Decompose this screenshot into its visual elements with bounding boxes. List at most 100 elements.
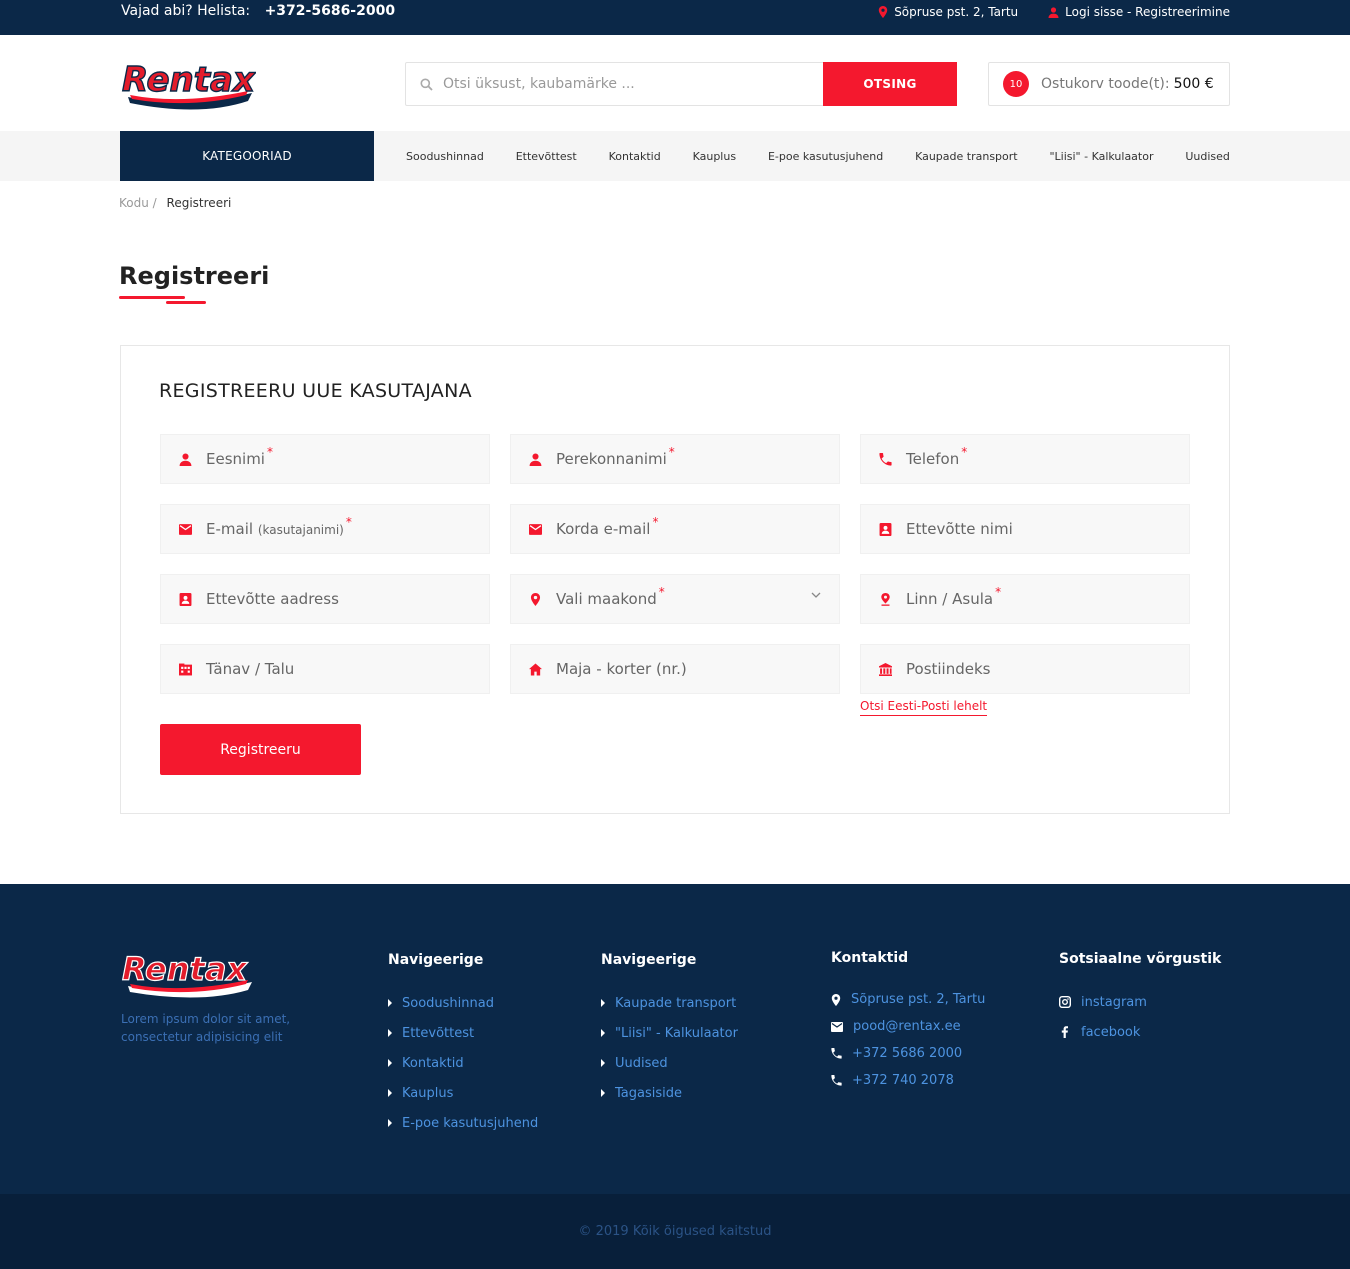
cart-count-badge: 10 bbox=[1003, 71, 1029, 97]
footer-link-kontaktid[interactable]: Kontaktid bbox=[388, 1048, 538, 1078]
postal-code-label: Postiindeks bbox=[906, 660, 991, 678]
contact-card-icon bbox=[179, 592, 192, 606]
footer-link-ettevottest[interactable]: Ettevõttest bbox=[388, 1018, 538, 1048]
page-title: Registreeri bbox=[119, 262, 270, 290]
breadcrumb: Kodu / Registreeri bbox=[119, 196, 231, 210]
copyright: © 2019 Kõik õigused kaitstud bbox=[0, 1194, 1350, 1269]
help-text: Vajad abi? Helista: bbox=[121, 3, 251, 19]
footer-description: Lorem ipsum dolor sit amet, consectetur … bbox=[121, 1012, 291, 1044]
repeat-email-field[interactable]: Korda e-mail * bbox=[510, 504, 840, 554]
footer-rentax-logo[interactable]: Rentax bbox=[120, 950, 256, 1000]
breadcrumb-home[interactable]: Kodu bbox=[119, 196, 149, 210]
breadcrumb-current: Registreeri bbox=[166, 196, 232, 210]
home-icon bbox=[529, 663, 542, 675]
nav-item-kalkulaator[interactable]: "Liisi" - Kalkulaator bbox=[1049, 150, 1153, 163]
caret-right-icon bbox=[601, 999, 605, 1007]
envelope-icon bbox=[529, 523, 542, 535]
footer-phone-2[interactable]: +372 740 2078 bbox=[831, 1067, 985, 1094]
caret-right-icon bbox=[601, 1059, 605, 1067]
required-mark: * bbox=[345, 515, 352, 529]
first-name-field[interactable]: Eesnimi * bbox=[160, 434, 490, 484]
nav-item-uudised[interactable]: Uudised bbox=[1185, 150, 1230, 163]
footer-link-uudised[interactable]: Uudised bbox=[601, 1048, 738, 1078]
nav-item-kauplus[interactable]: Kauplus bbox=[693, 150, 736, 163]
required-mark: * bbox=[995, 585, 1002, 599]
user-icon bbox=[1048, 6, 1059, 18]
location-marker-icon bbox=[881, 592, 890, 606]
footer-contacts: Kontaktid Sõpruse pst. 2, Tartu pood@ren… bbox=[831, 950, 985, 1094]
estonian-post-link[interactable]: Otsi Eesti-Posti lehelt bbox=[860, 699, 988, 716]
city-field[interactable]: Linn / Asula * bbox=[860, 574, 1190, 624]
footer-nav-1: Navigeerige Soodushinnad Ettevõttest Kon… bbox=[388, 952, 538, 1138]
cart-widget[interactable]: 10 Ostukorv toode(t): 500 € bbox=[988, 62, 1230, 106]
header: Rentax OTSING 10 Ostukorv toode(t): 500 … bbox=[0, 35, 1350, 131]
company-address-field[interactable]: Ettevõtte aadress bbox=[160, 574, 490, 624]
user-icon bbox=[529, 452, 542, 466]
footer-instagram-link[interactable]: instagram bbox=[1059, 987, 1221, 1017]
search-button[interactable]: OTSING bbox=[823, 62, 957, 106]
phone-field[interactable]: Telefon * bbox=[860, 434, 1190, 484]
company-address-label: Ettevõtte aadress bbox=[206, 590, 339, 608]
search-input[interactable] bbox=[443, 76, 823, 92]
phone-label: Telefon bbox=[906, 450, 960, 468]
title-underline bbox=[119, 296, 185, 299]
company-name-field[interactable]: Ettevõtte nimi bbox=[860, 504, 1190, 554]
footer: Rentax Lorem ipsum dolor sit amet, conse… bbox=[0, 884, 1350, 1194]
required-mark: * bbox=[652, 515, 659, 529]
store-address[interactable]: Sõpruse pst. 2, Tartu bbox=[878, 5, 1018, 19]
search-box: OTSING bbox=[405, 62, 957, 106]
street-field[interactable]: Tänav / Talu bbox=[160, 644, 490, 694]
email-label: E-mail bbox=[206, 520, 254, 538]
nav-item-epoe-juhend[interactable]: E-poe kasutusjuhend bbox=[768, 150, 883, 163]
caret-right-icon bbox=[388, 1059, 392, 1067]
nav-item-soodushinnad[interactable]: Soodushinnad bbox=[406, 150, 484, 163]
chevron-down-icon bbox=[811, 592, 821, 598]
title-underline-accent bbox=[166, 301, 206, 304]
caret-right-icon bbox=[388, 1029, 392, 1037]
footer-link-soodushinnad[interactable]: Soodushinnad bbox=[388, 988, 538, 1018]
footer-link-epoe-juhend[interactable]: E-poe kasutusjuhend bbox=[388, 1108, 538, 1138]
last-name-field[interactable]: Perekonnanimi * bbox=[510, 434, 840, 484]
envelope-icon bbox=[831, 1021, 843, 1032]
footer-link-kalkulaator[interactable]: "Liisi" - Kalkulaator bbox=[601, 1018, 738, 1048]
phone-icon bbox=[831, 1075, 842, 1086]
nav-item-kontaktid[interactable]: Kontaktid bbox=[609, 150, 661, 163]
footer-link-tagasiside[interactable]: Tagasiside bbox=[601, 1078, 738, 1108]
form-grid: Eesnimi * Perekonnanimi * Telefon * E-mail … bbox=[160, 434, 1190, 694]
footer-phone-1[interactable]: +372 5686 2000 bbox=[831, 1040, 985, 1067]
bank-icon bbox=[879, 662, 892, 676]
required-mark: * bbox=[658, 585, 665, 599]
footer-link-kauplus[interactable]: Kauplus bbox=[388, 1078, 538, 1108]
caret-right-icon bbox=[601, 1089, 605, 1097]
register-button[interactable]: Registreeru bbox=[160, 724, 361, 775]
building-icon bbox=[179, 663, 192, 675]
county-select[interactable]: Vali maakond * bbox=[510, 574, 840, 624]
main-nav: KATEGOORIAD Soodushinnad Ettevõttest Kon… bbox=[0, 131, 1350, 181]
house-apartment-field[interactable]: Maja - korter (nr.) bbox=[510, 644, 840, 694]
store-address-text: Sõpruse pst. 2, Tartu bbox=[894, 5, 1019, 19]
footer-address[interactable]: Sõpruse pst. 2, Tartu bbox=[831, 986, 985, 1013]
footer-nav-2-title: Navigeerige bbox=[601, 952, 697, 968]
form-heading: REGISTREERU UUE KASUTAJANA bbox=[159, 380, 472, 402]
footer-social: Sotsiaalne võrgustik instagram facebook bbox=[1059, 951, 1221, 1047]
nav-item-ettevottest[interactable]: Ettevõttest bbox=[516, 150, 577, 163]
email-field[interactable]: E-mail (kasutajanimi)* bbox=[160, 504, 490, 554]
rentax-logo[interactable]: Rentax bbox=[120, 57, 256, 113]
county-label: Vali maakond bbox=[556, 590, 657, 608]
required-mark: * bbox=[668, 445, 675, 459]
login-register-link[interactable]: Logi sisse - Registreerimine bbox=[1048, 5, 1230, 19]
house-apartment-label: Maja - korter (nr.) bbox=[556, 660, 687, 678]
postal-code-field[interactable]: Postiindeks bbox=[860, 644, 1190, 694]
footer-facebook-link[interactable]: facebook bbox=[1059, 1017, 1221, 1047]
caret-right-icon bbox=[388, 1089, 392, 1097]
help-phone[interactable]: +372-5686-2000 bbox=[265, 3, 396, 19]
search-icon bbox=[420, 78, 433, 91]
nav-item-transport[interactable]: Kaupade transport bbox=[915, 150, 1018, 163]
footer-email[interactable]: pood@rentax.ee bbox=[831, 1013, 985, 1040]
user-icon bbox=[179, 452, 192, 466]
categories-button[interactable]: KATEGOORIAD bbox=[120, 131, 374, 181]
location-pin-icon bbox=[878, 6, 888, 18]
footer-link-transport[interactable]: Kaupade transport bbox=[601, 988, 738, 1018]
first-name-label: Eesnimi bbox=[206, 450, 265, 468]
phone-icon bbox=[831, 1048, 842, 1059]
